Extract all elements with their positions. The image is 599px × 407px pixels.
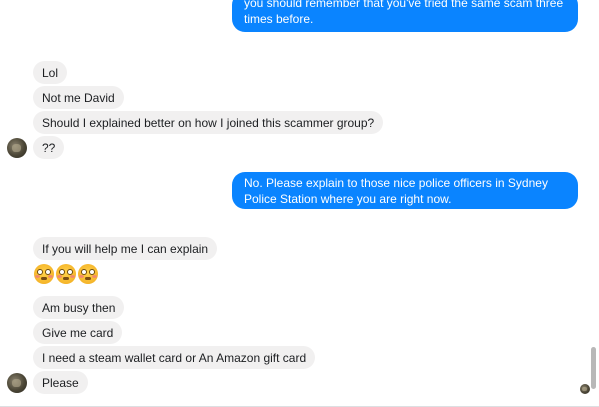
scrollbar-thumb[interactable] (591, 347, 596, 389)
message-bubble-incoming[interactable]: I need a steam wallet card or An Amazon … (33, 346, 316, 369)
message-text: I need a steam wallet card or An Amazon … (42, 351, 307, 365)
message-bubble-incoming[interactable]: Should I explained better on how I joine… (33, 111, 384, 134)
message-text: ?? (42, 141, 56, 155)
message-bubble-incoming[interactable]: Give me card (33, 321, 123, 344)
message-text: Give me card (42, 326, 114, 340)
flushed-face-icon (56, 264, 76, 284)
flushed-face-icon (78, 264, 98, 284)
read-receipt-avatar-icon (580, 384, 590, 394)
emoji-message[interactable] (34, 264, 98, 286)
message-bubble-incoming[interactable]: Lol (33, 61, 68, 84)
contact-avatar-icon[interactable] (7, 373, 27, 393)
message-text: No. Please explain to those nice police … (244, 176, 548, 206)
message-bubble-incoming[interactable]: Am busy then (33, 296, 125, 319)
flushed-face-icon (34, 264, 54, 284)
message-text: Should I explained better on how I joine… (42, 116, 375, 130)
message-bubble-outgoing[interactable]: No. Please explain to those nice police … (232, 172, 578, 209)
message-text: Please (42, 376, 79, 390)
message-bubble-outgoing[interactable]: you should remember that you've tried th… (232, 0, 578, 32)
message-text: Lol (42, 66, 59, 80)
message-text: Am busy then (42, 301, 116, 315)
message-bubble-incoming[interactable]: Not me David (33, 86, 124, 109)
message-bubble-incoming[interactable]: ?? (33, 136, 65, 159)
message-text: If you will help me I can explain (42, 242, 209, 256)
message-text: Not me David (42, 91, 115, 105)
message-text: you should remember that you've tried th… (244, 0, 564, 26)
message-bubble-incoming[interactable]: Please (33, 371, 88, 394)
contact-avatar-icon[interactable] (7, 138, 27, 158)
message-bubble-incoming[interactable]: If you will help me I can explain (33, 237, 218, 260)
